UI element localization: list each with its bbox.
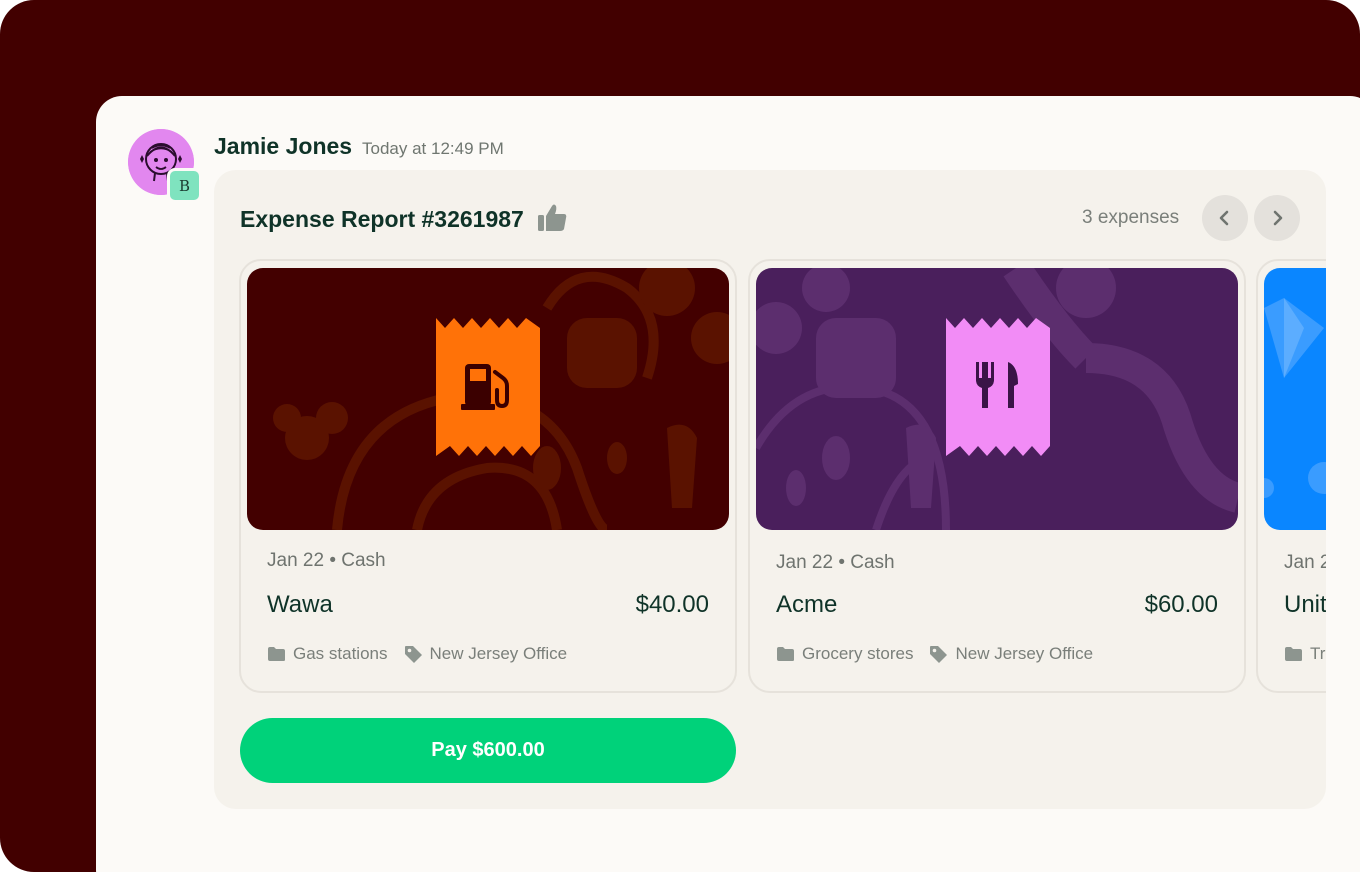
category-label: Tr	[1310, 644, 1326, 663]
location-label: New Jersey Office	[955, 644, 1094, 663]
message-timestamp: Today at 12:49 PM	[362, 139, 504, 158]
category-label: Gas stations	[293, 644, 388, 663]
expense-merchant: Unit	[1284, 591, 1326, 618]
expense-report-card: Expense Report #3261987 3 expenses Jan 2…	[214, 170, 1326, 809]
report-title: Expense Report #3261987	[240, 206, 524, 232]
workspace-badge: B	[167, 168, 202, 203]
folder-icon	[777, 647, 794, 661]
location-tag: New Jersey Office	[404, 644, 568, 664]
tag-icon	[404, 645, 422, 663]
expense-card-image	[756, 268, 1238, 530]
expense-card[interactable]: Jan 22 • Cash Acme $60.00 Grocery stores…	[748, 259, 1246, 693]
author-name[interactable]: Jamie Jones	[214, 133, 352, 160]
location-tag: New Jersey Office	[929, 644, 1093, 664]
expense-tags: Gas stations New Jersey Office	[267, 644, 583, 664]
expense-amount: $40.00	[635, 591, 709, 618]
expense-card-image	[1264, 268, 1326, 530]
location-label: New Jersey Office	[429, 644, 568, 663]
pay-button[interactable]: Pay $600.00	[240, 718, 736, 783]
expense-merchant: Wawa	[267, 591, 333, 618]
tag-icon	[930, 645, 948, 663]
expense-merchant: Acme	[776, 591, 838, 618]
folder-icon	[1285, 647, 1302, 661]
category-tag: Gas stations	[267, 644, 388, 664]
thumbs-up-icon	[538, 204, 567, 231]
expense-card[interactable]: Jan 22 • Cash Wawa $40.00 Gas stations N…	[239, 259, 737, 693]
chevron-left-icon	[1219, 210, 1229, 226]
chevron-right-icon	[1273, 210, 1283, 226]
expense-card-image	[247, 268, 729, 530]
expense-count: 3 expenses	[1082, 207, 1180, 228]
category-tag: Grocery stores	[776, 644, 913, 664]
previous-button[interactable]	[1202, 195, 1248, 241]
expense-tags: Tr	[1284, 644, 1326, 664]
expense-meta: Jan 22 • Cash	[267, 550, 386, 571]
expense-amount: $60.00	[1144, 591, 1218, 618]
next-button[interactable]	[1254, 195, 1300, 241]
expense-tags: Grocery stores New Jersey Office	[776, 644, 1109, 664]
expense-meta: Jan 2	[1284, 552, 1326, 573]
folder-icon	[268, 647, 285, 661]
expense-card[interactable]: Jan 2 Unit Tr	[1256, 259, 1326, 693]
category-tag: Tr	[1284, 644, 1325, 664]
category-label: Grocery stores	[802, 644, 914, 663]
expense-meta: Jan 22 • Cash	[776, 552, 895, 573]
